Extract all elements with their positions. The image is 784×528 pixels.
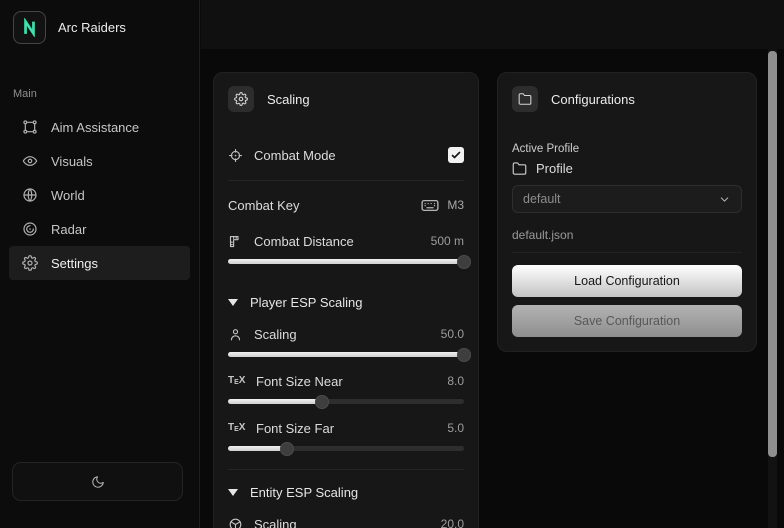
font-size-icon: TEX <box>228 423 245 434</box>
profile-file-name: default.json <box>512 228 742 242</box>
sidebar-item-visuals[interactable]: Visuals <box>9 144 190 178</box>
divider <box>228 469 464 470</box>
player-esp-scaling-section[interactable]: Player ESP Scaling <box>228 294 464 310</box>
scaling-panel-header: Scaling <box>228 86 464 112</box>
combat-key-row[interactable]: Combat Key M3 <box>228 195 464 215</box>
sphere-icon <box>228 517 243 528</box>
combat-key-label: Combat Key <box>228 198 300 213</box>
sidebar-item-label: World <box>51 188 85 203</box>
profile-row: Profile <box>512 161 742 176</box>
combat-mode-row: Combat Mode <box>228 144 464 166</box>
player-scaling-value: 50.0 <box>441 327 464 341</box>
divider <box>228 180 464 181</box>
combat-mode-checkbox[interactable] <box>448 147 464 163</box>
active-profile-label: Active Profile <box>512 143 742 155</box>
slider-thumb[interactable] <box>457 348 471 362</box>
radar-icon <box>22 221 38 237</box>
slider-thumb[interactable] <box>457 255 471 269</box>
sidebar-item-aim-assistance[interactable]: Aim Assistance <box>9 110 190 144</box>
slider-fill <box>228 352 464 357</box>
save-configuration-button[interactable]: Save Configuration <box>512 305 742 337</box>
arc-raiders-logo-icon <box>13 11 46 44</box>
collapse-triangle-icon <box>228 299 238 306</box>
ruler-icon <box>228 234 243 249</box>
font-size-near-row: TEX Font Size Near 8.0 <box>228 371 464 391</box>
sidebar: Arc Raiders Main Aim Assistance Visuals <box>0 0 200 528</box>
font-size-near-label: Font Size Near <box>256 374 343 389</box>
sidebar-item-label: Radar <box>51 222 86 237</box>
font-size-near-value: 8.0 <box>447 374 464 388</box>
slider-fill <box>228 446 287 451</box>
font-size-icon: TEX <box>228 376 245 387</box>
profile-dropdown[interactable]: default <box>512 185 742 213</box>
combat-distance-row: Combat Distance 500 m <box>228 231 464 251</box>
collapse-triangle-icon <box>228 489 238 496</box>
aim-assistance-icon <box>22 119 38 135</box>
sidebar-item-world[interactable]: World <box>9 178 190 212</box>
entity-scaling-label: Scaling <box>254 517 297 528</box>
entity-scaling-value: 20.0 <box>441 517 464 528</box>
entity-scaling-row: Scaling 20.0 <box>228 514 464 528</box>
moon-icon <box>91 475 105 489</box>
load-configuration-button[interactable]: Load Configuration <box>512 265 742 297</box>
scrollbar[interactable] <box>768 49 777 528</box>
content-header <box>201 0 784 49</box>
divider <box>512 252 742 253</box>
scrollbar-thumb[interactable] <box>768 51 777 457</box>
combat-key-value: M3 <box>447 198 464 212</box>
combat-distance-value: 500 m <box>431 234 464 248</box>
player-scaling-slider[interactable] <box>228 352 464 357</box>
combat-distance-slider[interactable] <box>228 259 464 264</box>
logo-row: Arc Raiders <box>0 0 199 44</box>
sidebar-item-label: Settings <box>51 256 98 271</box>
slider-fill <box>228 259 464 264</box>
eye-icon <box>22 153 38 169</box>
slider-thumb[interactable] <box>315 395 329 409</box>
slider-fill <box>228 399 322 404</box>
section-title: Player ESP Scaling <box>250 295 363 310</box>
combat-distance-label: Combat Distance <box>254 234 354 249</box>
scaling-panel: Scaling Combat Mode Combat Key M3 <box>213 72 479 528</box>
folder-icon <box>512 161 527 176</box>
font-size-far-row: TEX Font Size Far 5.0 <box>228 418 464 438</box>
configurations-panel: Configurations Active Profile Profile de… <box>497 72 757 352</box>
font-size-near-slider[interactable] <box>228 399 464 404</box>
font-size-far-value: 5.0 <box>447 421 464 435</box>
combat-key-binding[interactable]: M3 <box>421 198 464 212</box>
sidebar-item-label: Aim Assistance <box>51 120 139 135</box>
theme-toggle-button[interactable] <box>12 462 183 501</box>
scaling-panel-title: Scaling <box>267 92 310 107</box>
nav-section-label: Main <box>13 88 199 100</box>
person-icon <box>228 327 243 342</box>
player-scaling-label: Scaling <box>254 327 297 342</box>
profile-label: Profile <box>536 161 573 176</box>
globe-icon <box>22 187 38 203</box>
entity-esp-scaling-section[interactable]: Entity ESP Scaling <box>228 484 464 500</box>
slider-thumb[interactable] <box>280 442 294 456</box>
gear-icon <box>228 86 254 112</box>
scope-icon <box>228 148 243 163</box>
font-size-far-label: Font Size Far <box>256 421 334 436</box>
configurations-panel-header: Configurations <box>512 86 742 112</box>
combat-mode-label: Combat Mode <box>254 148 336 163</box>
sidebar-nav: Aim Assistance Visuals World <box>0 110 199 280</box>
player-scaling-row: Scaling 50.0 <box>228 324 464 344</box>
sidebar-item-radar[interactable]: Radar <box>9 212 190 246</box>
profile-dropdown-value: default <box>523 192 561 206</box>
sidebar-item-label: Visuals <box>51 154 93 169</box>
gear-icon <box>22 255 38 271</box>
section-title: Entity ESP Scaling <box>250 485 358 500</box>
sidebar-item-settings[interactable]: Settings <box>9 246 190 280</box>
configurations-panel-title: Configurations <box>551 92 635 107</box>
folder-icon <box>512 86 538 112</box>
app-title: Arc Raiders <box>58 20 126 35</box>
keyboard-icon <box>421 199 439 212</box>
chevron-down-icon <box>718 193 731 206</box>
font-size-far-slider[interactable] <box>228 446 464 451</box>
